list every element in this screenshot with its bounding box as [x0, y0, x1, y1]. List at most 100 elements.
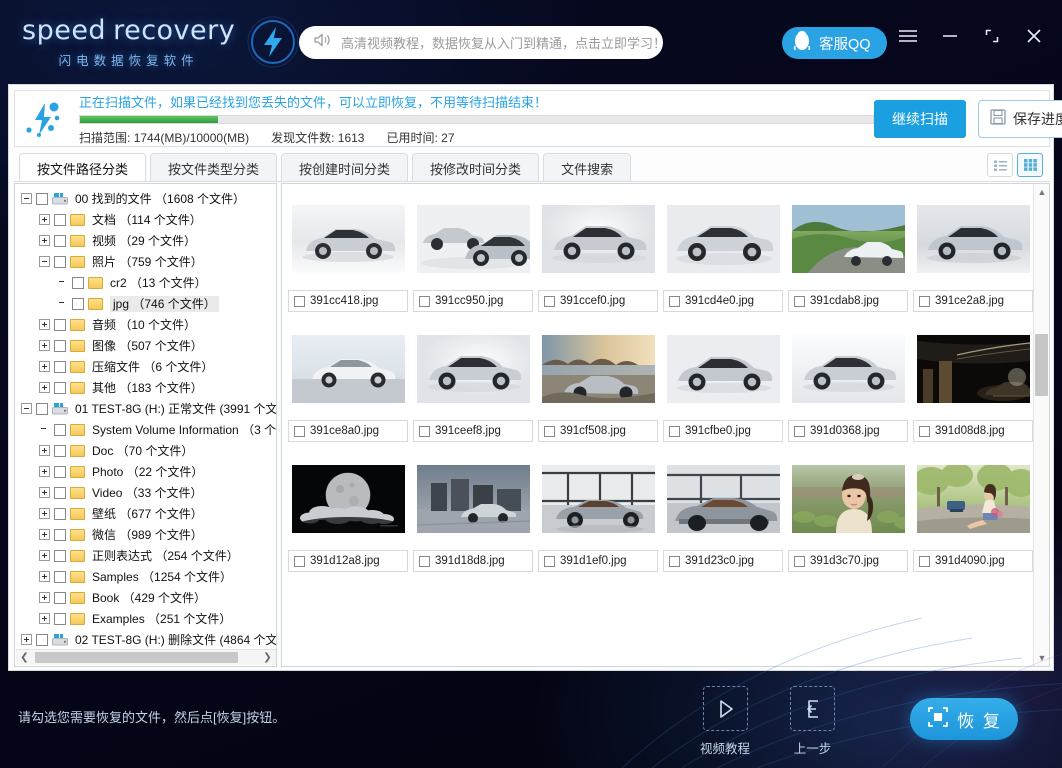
thumbnail-filename-row[interactable]: 391d18d8.jpg: [413, 550, 533, 572]
hamburger-menu-icon[interactable]: [898, 26, 918, 46]
file-checkbox[interactable]: [919, 296, 930, 307]
thumbnail-image[interactable]: [413, 320, 533, 418]
tree-checkbox[interactable]: [54, 361, 66, 373]
customer-service-qq-button[interactable]: 客服QQ: [782, 27, 887, 59]
file-checkbox[interactable]: [294, 296, 305, 307]
thumbnail-cell[interactable]: 391d3c70.jpg: [788, 450, 908, 572]
expand-icon[interactable]: [39, 361, 50, 372]
thumbnail-cell[interactable]: 391cc418.jpg: [288, 190, 408, 312]
thumbnail-image[interactable]: [288, 450, 408, 548]
tree-checkbox[interactable]: [54, 235, 66, 247]
minimize-icon[interactable]: [940, 26, 960, 46]
tree-item[interactable]: 压缩文件 （6 个文件）: [15, 356, 275, 377]
file-checkbox[interactable]: [794, 296, 805, 307]
thumbnail-image[interactable]: [788, 190, 908, 288]
thumbnail-filename-row[interactable]: 391d3c70.jpg: [788, 550, 908, 572]
tree-item[interactable]: Examples （251 个文件）: [15, 608, 275, 629]
grid-vscroll-thumb[interactable]: [1035, 334, 1048, 396]
tree-item[interactable]: 正则表达式 （254 个文件）: [15, 545, 275, 566]
tree-item[interactable]: 音频 （10 个文件）: [15, 314, 275, 335]
tree-hscroll-thumb[interactable]: [35, 652, 238, 663]
expand-icon[interactable]: [39, 235, 50, 246]
thumbnail-filename-row[interactable]: 391ce2a8.jpg: [913, 290, 1033, 312]
tree-checkbox[interactable]: [54, 445, 66, 457]
file-checkbox[interactable]: [544, 556, 555, 567]
thumbnail-image[interactable]: [663, 320, 783, 418]
thumbnail-cell[interactable]: 391ceef8.jpg: [413, 320, 533, 442]
thumbnail-filename-row[interactable]: 391cc950.jpg: [413, 290, 533, 312]
continue-scan-button[interactable]: 继续扫描: [874, 100, 966, 138]
tree-item[interactable]: 照片 （759 个文件）: [15, 251, 275, 272]
thumbnail-image[interactable]: [913, 450, 1033, 548]
file-checkbox[interactable]: [669, 556, 680, 567]
expand-icon[interactable]: [39, 592, 50, 603]
tree-checkbox[interactable]: [54, 508, 66, 520]
grid-view-icon[interactable]: [1017, 153, 1043, 177]
thumbnail-cell[interactable]: 391d18d8.jpg: [413, 450, 533, 572]
tree-item[interactable]: Video （33 个文件）: [15, 482, 275, 503]
expand-icon[interactable]: [39, 550, 50, 561]
thumbnail-filename-row[interactable]: 391ceef8.jpg: [413, 420, 533, 442]
tree-item[interactable]: System Volume Information （3 个文: [15, 419, 275, 440]
tree-checkbox[interactable]: [36, 403, 48, 415]
expand-icon[interactable]: [39, 214, 50, 225]
thumbnail-image[interactable]: [288, 320, 408, 418]
expand-icon[interactable]: [39, 508, 50, 519]
file-checkbox[interactable]: [419, 426, 430, 437]
thumbnail-cell[interactable]: 391cdab8.jpg: [788, 190, 908, 312]
expand-icon[interactable]: [39, 466, 50, 477]
thumbnail-image[interactable]: [913, 320, 1033, 418]
tree-item[interactable]: 图像 （507 个文件）: [15, 335, 275, 356]
tree-checkbox[interactable]: [72, 298, 84, 310]
tree-item[interactable]: Doc （70 个文件）: [15, 440, 275, 461]
scroll-up-icon[interactable]: ▲: [1034, 184, 1050, 200]
thumbnail-filename-row[interactable]: 391ccef0.jpg: [538, 290, 658, 312]
maximize-icon[interactable]: [982, 26, 1002, 46]
tree-item[interactable]: 00 找到的文件 （1608 个文件）: [15, 188, 275, 209]
thumbnail-cell[interactable]: 391cf508.jpg: [538, 320, 658, 442]
thumbnail-image[interactable]: [413, 450, 533, 548]
file-checkbox[interactable]: [544, 296, 555, 307]
tree-checkbox[interactable]: [54, 382, 66, 394]
scroll-down-icon[interactable]: ▼: [1034, 650, 1050, 666]
expand-icon[interactable]: [39, 382, 50, 393]
tree-item[interactable]: 02 TEST-8G (H:) 删除文件 (4864 个文件: [15, 629, 275, 650]
thumbnail-filename-row[interactable]: 391cf508.jpg: [538, 420, 658, 442]
thumbnail-cell[interactable]: 391d08d8.jpg: [913, 320, 1033, 442]
video-tutorial-button[interactable]: 视频教程: [700, 686, 750, 757]
grid-vertical-scrollbar[interactable]: ▲ ▼: [1033, 184, 1049, 666]
tab-3[interactable]: 按修改时间分类: [412, 153, 539, 182]
thumbnail-filename-row[interactable]: 391d23c0.jpg: [663, 550, 783, 572]
tab-1[interactable]: 按文件类型分类: [150, 153, 277, 182]
thumbnail-filename-row[interactable]: 391d08d8.jpg: [913, 420, 1033, 442]
thumbnail-image[interactable]: [288, 190, 408, 288]
tree-item[interactable]: Samples （1254 个文件）: [15, 566, 275, 587]
tree-checkbox[interactable]: [54, 424, 66, 436]
tree-item[interactable]: jpg （746 个文件）: [15, 293, 275, 314]
thumbnail-filename-row[interactable]: 391cdab8.jpg: [788, 290, 908, 312]
thumbnail-filename-row[interactable]: 391ce8a0.jpg: [288, 420, 408, 442]
tree-checkbox[interactable]: [54, 256, 66, 268]
save-progress-button[interactable]: 保存进度: [978, 100, 1062, 138]
thumbnail-filename-row[interactable]: 391cc418.jpg: [288, 290, 408, 312]
tree-checkbox[interactable]: [54, 550, 66, 562]
folder-tree-panel[interactable]: 00 找到的文件 （1608 个文件）文档 （114 个文件）视频 （29 个文…: [14, 183, 277, 667]
thumbnail-filename-row[interactable]: 391cd4e0.jpg: [663, 290, 783, 312]
collapse-icon[interactable]: [39, 256, 50, 267]
tab-0[interactable]: 按文件路径分类: [19, 153, 146, 182]
thumbnail-image[interactable]: [538, 450, 658, 548]
scroll-left-icon[interactable]: ❮: [16, 650, 33, 665]
file-checkbox[interactable]: [919, 556, 930, 567]
close-icon[interactable]: [1024, 26, 1044, 46]
expand-icon[interactable]: [39, 340, 50, 351]
thumbnail-cell[interactable]: 391cc950.jpg: [413, 190, 533, 312]
tree-item[interactable]: 壁纸 （677 个文件）: [15, 503, 275, 524]
thumbnail-filename-row[interactable]: 391d4090.jpg: [913, 550, 1033, 572]
expand-icon[interactable]: [39, 487, 50, 498]
thumbnail-image[interactable]: [788, 450, 908, 548]
file-checkbox[interactable]: [419, 556, 430, 567]
expand-icon[interactable]: [39, 613, 50, 624]
list-view-icon[interactable]: [987, 153, 1013, 177]
tab-2[interactable]: 按创建时间分类: [281, 153, 408, 182]
tree-item[interactable]: cr2 （13 个文件）: [15, 272, 275, 293]
